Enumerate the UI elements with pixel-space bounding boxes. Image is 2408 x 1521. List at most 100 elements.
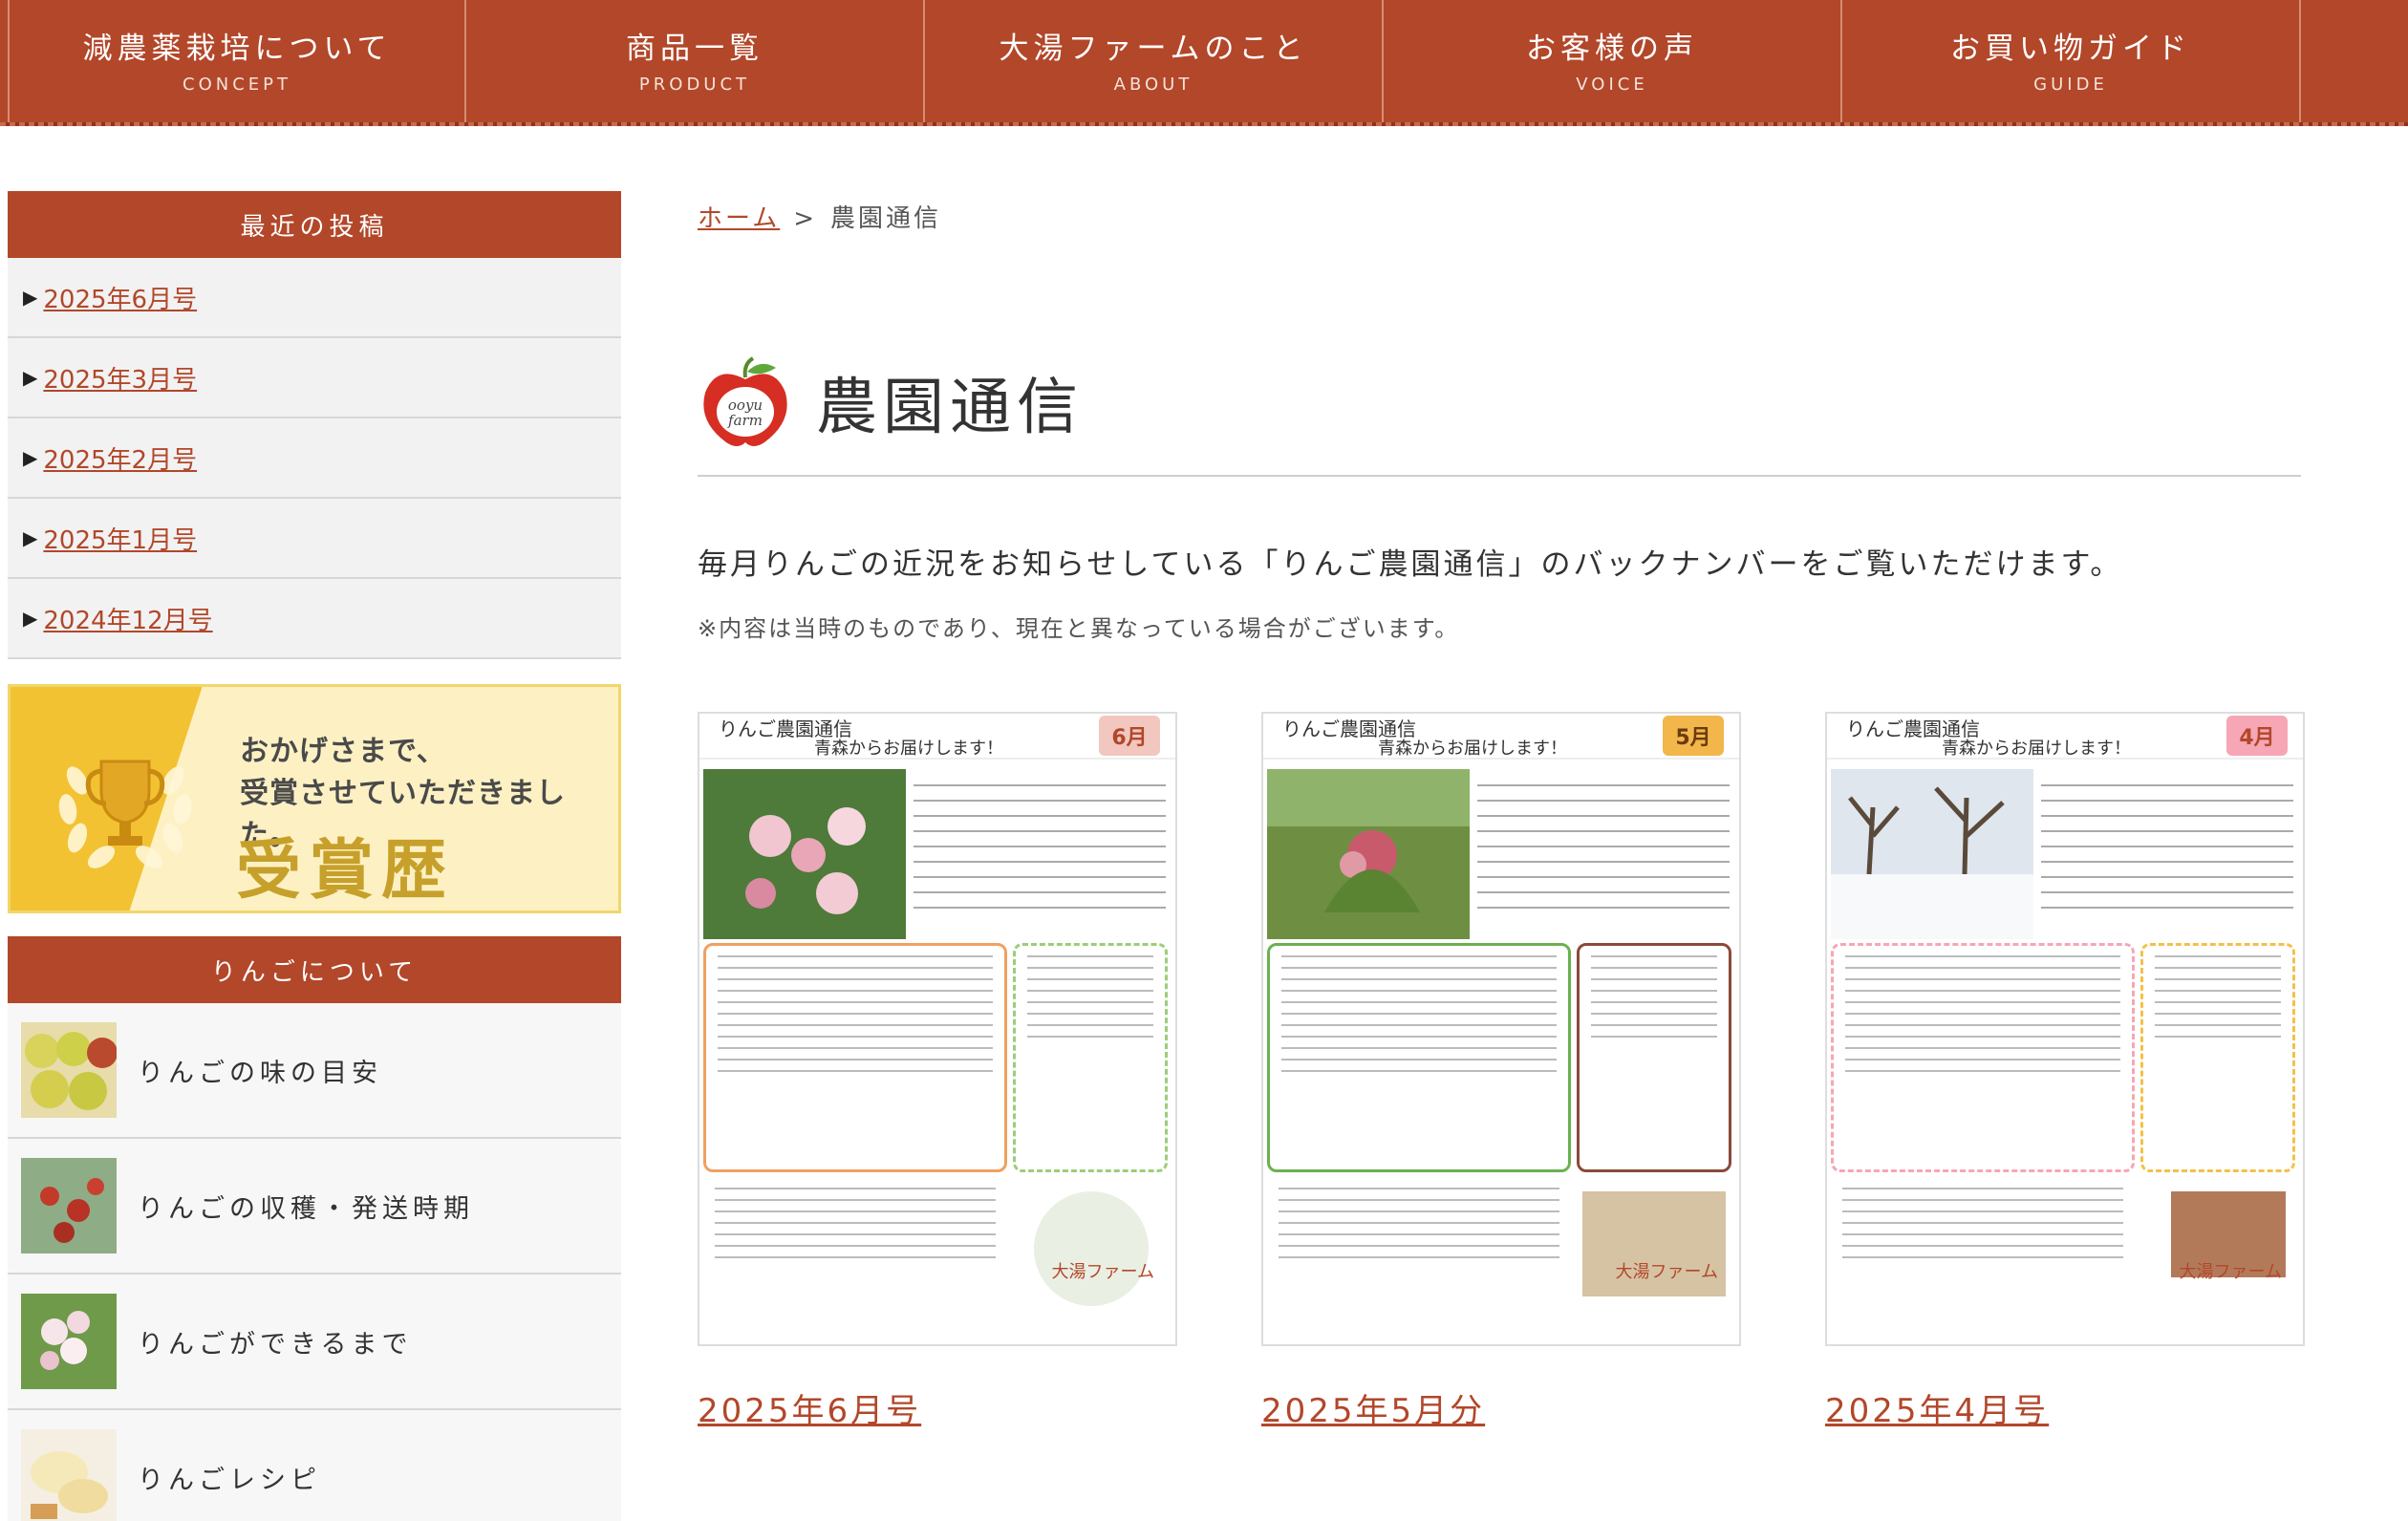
nav-label: 減農薬栽培について <box>82 31 392 66</box>
handwritten-text <box>1477 771 1730 939</box>
sidebar: 最近の投稿 ▶ 2025年6月号 ▶ 2025年3月号 ▶ 2025年2月号 ▶… <box>8 191 621 1521</box>
triangle-right-icon: ▶ <box>23 607 38 630</box>
newsletter-header-sub: 青森からお届けします！ <box>1942 739 2131 759</box>
newsletter-thumbnail[interactable]: りんご農園通信 青森からお届けします！ 4月 大湯ファーム <box>1825 712 2305 1346</box>
newsletter-title-link[interactable]: 2025年5月分 <box>1261 1384 1741 1431</box>
brand-label: 大湯ファーム <box>2179 1262 2282 1282</box>
newsletter-grid: りんご農園通信 青森からお届けします！ 6月 大湯ファーム 2025年6月号 り… <box>698 712 2305 1431</box>
recent-post-link[interactable]: 2024年12月号 <box>43 601 212 636</box>
nav-guide[interactable]: お買い物ガイド GUIDE <box>1842 0 2301 122</box>
newsletter-card: りんご農園通信 青森からお届けします！ 5月 大湯ファーム 2025年5月分 <box>1261 712 1741 1431</box>
article-box <box>1577 943 1731 1172</box>
apple-link-label: りんごレシピ <box>138 1465 321 1495</box>
blossom-photo <box>703 769 906 939</box>
nav-label: 大湯ファームのこと <box>999 31 1308 66</box>
newsletter-title-link[interactable]: 2025年4月号 <box>1825 1384 2305 1431</box>
newsletter-card: りんご農園通信 青森からお届けします！ 4月 大湯ファーム 2025年4月号 <box>1825 712 2305 1431</box>
nav-concept[interactable]: 減農薬栽培について CONCEPT <box>8 0 466 122</box>
recent-post-item: ▶ 2025年1月号 <box>8 499 621 579</box>
breadcrumb: ホーム > 農園通信 <box>698 199 2303 234</box>
apple-link-label: りんごができるまで <box>138 1329 413 1360</box>
article-box <box>703 943 1007 1172</box>
article-box <box>1267 943 1571 1172</box>
nav-about[interactable]: 大湯ファームのこと ABOUT <box>925 0 1384 122</box>
snow-orchard-photo <box>1831 769 2033 939</box>
lead-text: 毎月りんごの近況をお知らせしている「りんご農園通信」のバックナンバーをご覧いただ… <box>698 547 2123 582</box>
newsletter-header: りんご農園通信 青森からお届けします！ 5月 <box>1263 714 1739 760</box>
handwritten-text <box>2041 771 2293 939</box>
page-title-row: ooyu farm 農園通信 <box>698 354 2303 450</box>
apple-blossom-photo <box>21 1294 117 1389</box>
nav-sublabel: PRODUCT <box>638 74 751 95</box>
nav-product[interactable]: 商品一覧 PRODUCT <box>466 0 925 122</box>
apples-photo <box>21 1022 117 1118</box>
nav-label: お買い物ガイド <box>1950 31 2191 66</box>
nav-sublabel: ABOUT <box>1113 74 1193 95</box>
article-box <box>1267 1178 1571 1342</box>
article-box <box>1013 943 1168 1172</box>
about-apple-heading: りんごについて <box>8 936 621 1003</box>
newsletter-header-sub: 青森からお届けします！ <box>1378 739 1567 759</box>
newsletter-title-link[interactable]: 2025年6月号 <box>698 1384 1177 1431</box>
apple-link-growth[interactable]: りんごができるまで <box>8 1275 621 1410</box>
apple-link-harvest[interactable]: りんごの収穫・発送時期 <box>8 1139 621 1275</box>
article-photo <box>1034 1191 1149 1306</box>
nav-label: 商品一覧 <box>626 31 763 66</box>
nav-sublabel: VOICE <box>1576 74 1648 95</box>
newsletter-thumbnail[interactable]: りんご農園通信 青森からお届けします！ 5月 大湯ファーム <box>1261 712 1741 1346</box>
recent-post-link[interactable]: 2025年6月号 <box>43 280 197 315</box>
nav-label: お客様の声 <box>1526 31 1698 66</box>
month-badge: 5月 <box>1663 716 1724 756</box>
recent-post-link[interactable]: 2025年2月号 <box>43 440 197 476</box>
apple-tree-photo <box>21 1158 117 1253</box>
recent-post-item: ▶ 2024年12月号 <box>8 579 621 659</box>
month-badge: 4月 <box>2226 716 2288 756</box>
apple-recipe-photo <box>21 1429 117 1521</box>
trophy-icon <box>58 760 192 868</box>
handwritten-text <box>914 771 1166 939</box>
recent-post-item: ▶ 2025年3月号 <box>8 338 621 418</box>
title-divider <box>698 475 2301 477</box>
page-title: 農園通信 <box>816 373 1084 443</box>
apple-link-label: りんごの収穫・発送時期 <box>138 1193 474 1224</box>
recent-post-item: ▶ 2025年6月号 <box>8 258 621 338</box>
breadcrumb-separator: > <box>793 204 818 233</box>
ooyu-farm-apple-logo: ooyu farm <box>703 356 787 446</box>
recent-post-link[interactable]: 2025年3月号 <box>43 360 197 396</box>
newsletter-card: りんご農園通信 青森からお届けします！ 6月 大湯ファーム 2025年6月号 <box>698 712 1177 1431</box>
newsletter-header: りんご農園通信 青森からお届けします！ 6月 <box>699 714 1175 760</box>
apple-link-recipe[interactable]: りんごレシピ <box>8 1410 621 1521</box>
newsletter-header-sub: 青森からお届けします！ <box>814 739 1003 759</box>
triangle-right-icon: ▶ <box>23 526 38 549</box>
article-box <box>1831 943 2135 1172</box>
triangle-right-icon: ▶ <box>23 446 38 469</box>
triangle-right-icon: ▶ <box>23 286 38 309</box>
brand-label: 大湯ファーム <box>1051 1262 1154 1282</box>
note-text: ※内容は当時のものであり、現在と異なっている場合がございます。 <box>698 615 1460 642</box>
main-content: ホーム > 農園通信 ooyu farm 農園通信 毎月りんごの近況をお知らせしてい… <box>698 191 2305 1431</box>
month-badge: 6月 <box>1099 716 1160 756</box>
nav-sublabel: CONCEPT <box>183 74 291 95</box>
recent-post-item: ▶ 2025年2月号 <box>8 418 621 499</box>
newsletter-thumbnail[interactable]: りんご農園通信 青森からお届けします！ 6月 大湯ファーム <box>698 712 1177 1346</box>
award-banner[interactable]: おかげさまで、 受賞させていただきました。 受賞歴 <box>8 684 621 913</box>
article-box <box>1831 1178 2135 1342</box>
brand-label: 大湯ファーム <box>1615 1262 1718 1282</box>
triangle-right-icon: ▶ <box>23 366 38 389</box>
article-box <box>2140 943 2295 1172</box>
recent-posts-heading: 最近の投稿 <box>8 191 621 258</box>
newsletter-header: りんご農園通信 青森からお届けします！ 4月 <box>1827 714 2303 760</box>
breadcrumb-home-link[interactable]: ホーム <box>698 204 780 233</box>
nav-sublabel: GUIDE <box>2033 74 2108 95</box>
nav-voice[interactable]: お客様の声 VOICE <box>1384 0 1842 122</box>
award-title: 受賞歴 <box>236 833 455 909</box>
article-box <box>703 1178 1007 1342</box>
logo-text-bottom: farm <box>727 412 763 429</box>
global-nav: 減農薬栽培について CONCEPT 商品一覧 PRODUCT 大湯ファームのこと… <box>0 0 2408 126</box>
breadcrumb-current: 農園通信 <box>830 204 942 233</box>
apple-link-taste[interactable]: りんごの味の目安 <box>8 1003 621 1139</box>
recent-post-link[interactable]: 2025年1月号 <box>43 521 197 556</box>
bud-photo <box>1267 769 1470 939</box>
award-text: おかげさまで、 <box>240 735 446 768</box>
apple-link-label: りんごの味の目安 <box>138 1058 382 1088</box>
